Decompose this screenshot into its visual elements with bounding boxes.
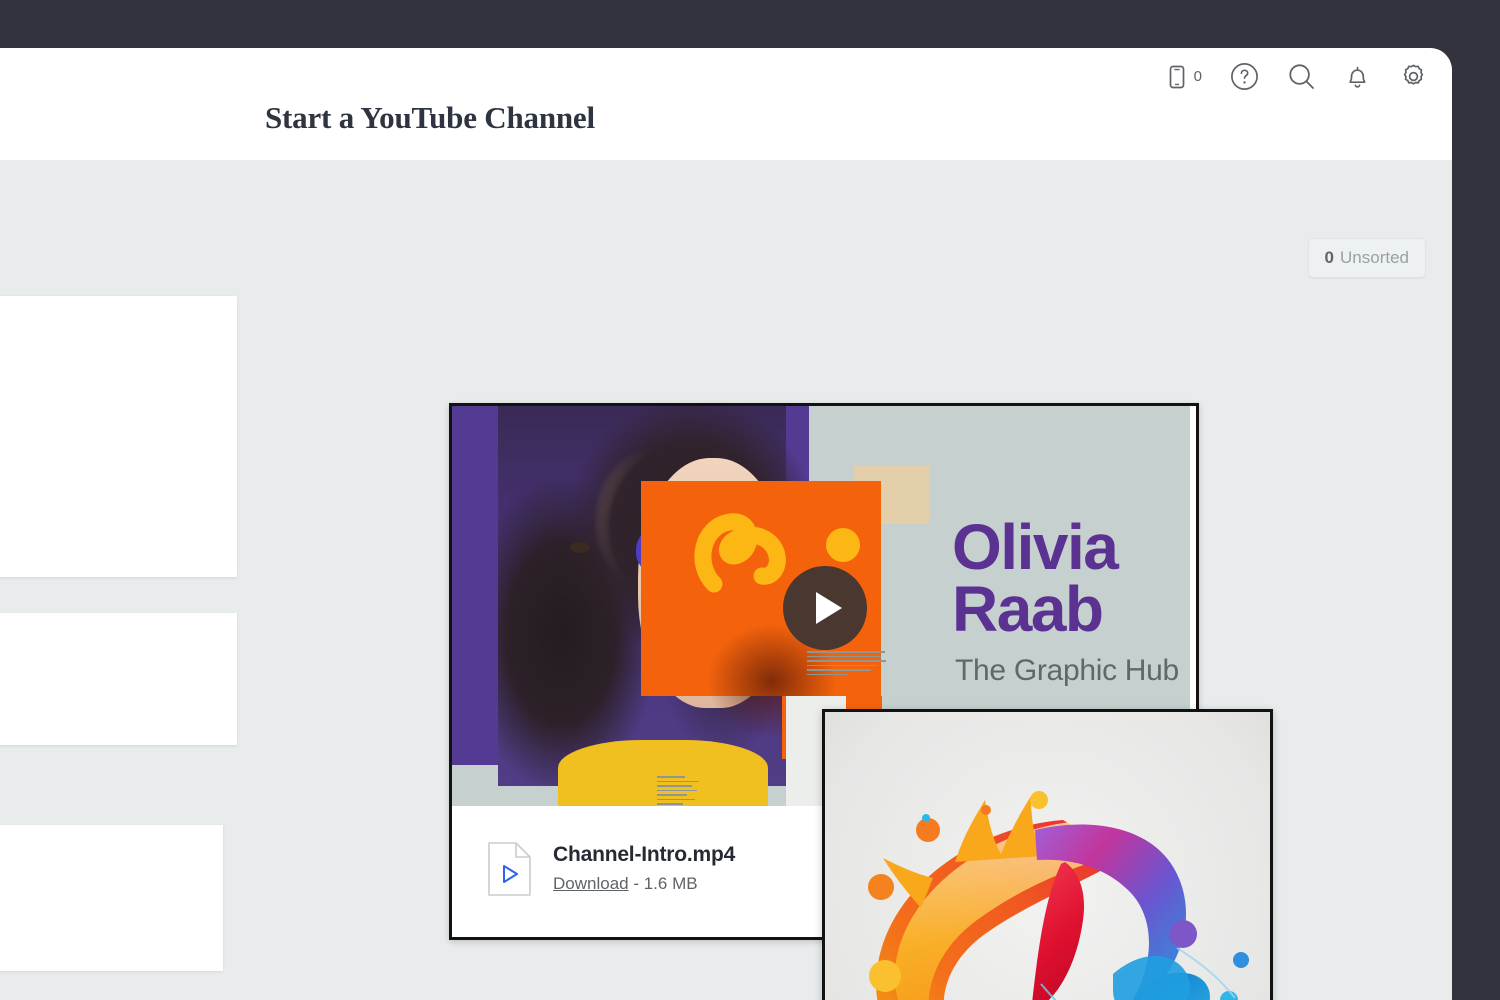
page-title: Start a YouTube Channel [265,100,595,136]
paint-artwork [825,712,1270,1000]
file-meta: Channel-Intro.mp4 Download - 1.6 MB [553,843,735,894]
screen-root: el Start a YouTube Channel 0 [0,0,1500,1000]
thumb-title-line2: Raab [952,578,1117,640]
play-button[interactable] [783,566,867,650]
settings-button[interactable] [1399,62,1428,91]
image-card[interactable] [822,709,1273,1000]
thumb-title: Olivia Raab [952,516,1117,640]
header-icon-row: 0 [1166,62,1428,91]
help-icon [1230,62,1259,91]
thumb-yellow-dot [826,528,860,562]
thumb-text-lines [807,651,887,687]
note-card[interactable]: views (min. 3 mins) bscribers [0,613,237,745]
settings-gear-icon [1399,62,1428,91]
note-card[interactable]: ek: Monday and tart) be monetization sub… [0,296,237,577]
thumb-subtitle: The Graphic Hub [955,654,1179,688]
thumb-title-line1: Olivia [952,516,1117,578]
file-sub: Download - 1.6 MB [553,874,735,894]
video-file-icon [488,842,531,896]
note-card[interactable]: : Monday and art) 5pm EST [0,825,223,971]
notification-bell-icon [1344,62,1371,91]
app-window: el Start a YouTube Channel 0 [0,48,1452,1000]
search-button[interactable] [1287,62,1316,91]
file-size: 1.6 MB [644,874,698,893]
download-link[interactable]: Download [553,874,629,893]
unsorted-label: Unsorted [1340,248,1409,268]
board-canvas: 0 Unsorted ek: Monday and tart) be monet… [0,160,1452,1000]
unsorted-count: 0 [1325,248,1334,268]
portrait-eye [570,542,590,553]
mobile-preview-icon [1166,64,1188,90]
app-header: el Start a YouTube Channel 0 [0,48,1452,161]
file-separator: - [629,874,644,893]
mobile-preview-button[interactable]: 0 [1166,64,1202,90]
file-name: Channel-Intro.mp4 [553,843,735,867]
notifications-button[interactable] [1344,62,1371,91]
help-button[interactable] [1230,62,1259,91]
thumb-text-lines [657,776,703,806]
unsorted-badge[interactable]: 0 Unsorted [1308,238,1426,278]
mobile-preview-count: 0 [1194,68,1202,85]
search-icon [1287,62,1316,91]
